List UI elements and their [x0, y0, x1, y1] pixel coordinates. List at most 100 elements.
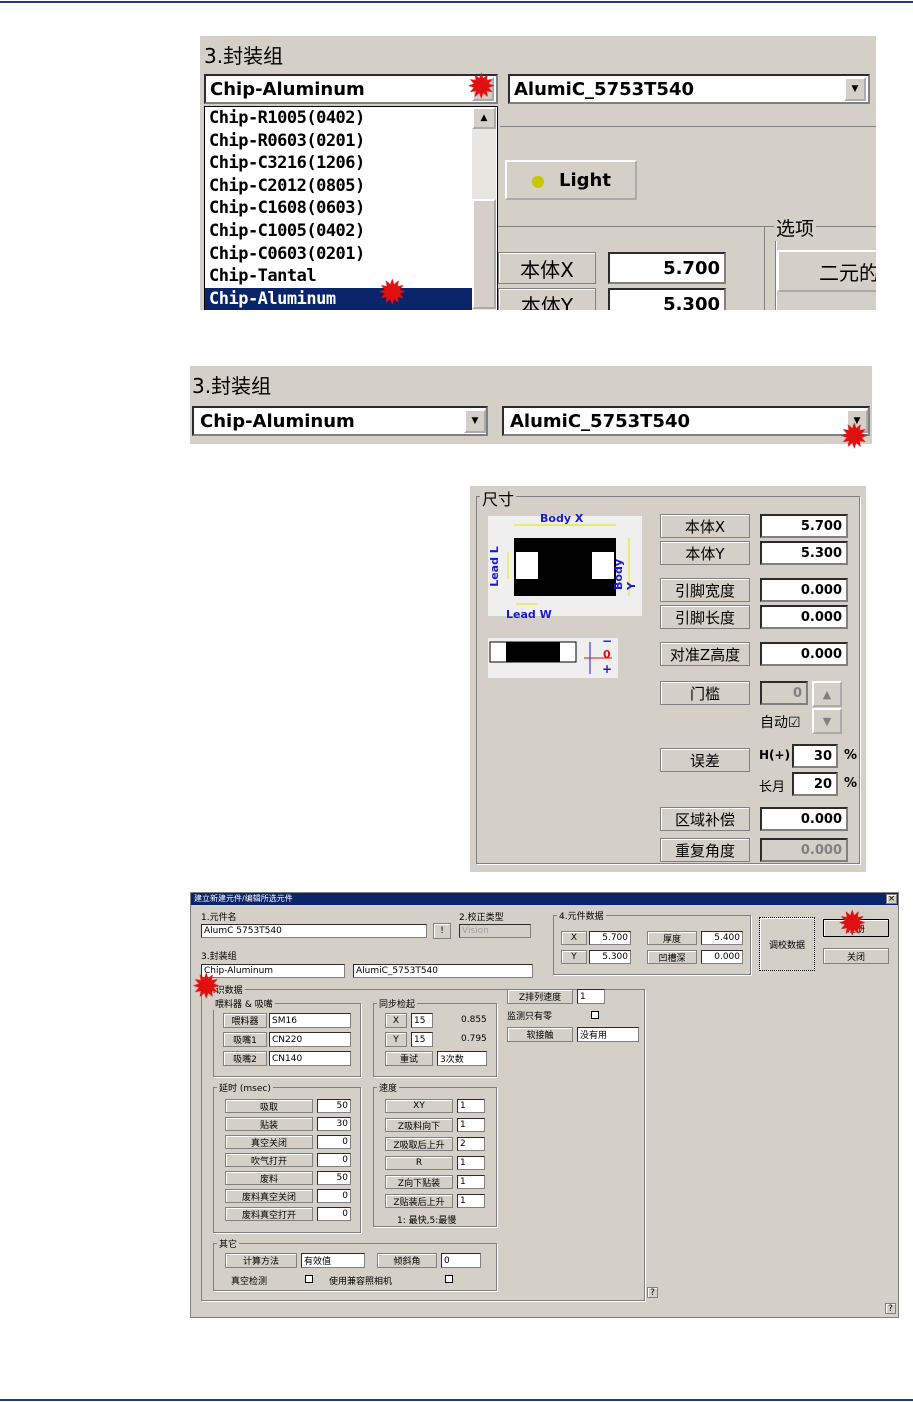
body-y-field[interactable]: 5.300: [760, 541, 848, 565]
list-item[interactable]: Chip-Tantal: [205, 265, 497, 288]
scroll-up-icon[interactable]: ▲: [472, 107, 496, 129]
highlight-star-icon: ✹: [378, 273, 407, 313]
feeder-select[interactable]: SM16: [269, 1013, 351, 1028]
sync-y-label: Y: [385, 1032, 407, 1047]
list-item[interactable]: Chip-C2012(0805): [205, 175, 497, 198]
compat-camera-checkbox[interactable]: [445, 1275, 453, 1283]
repeat-angle-field[interactable]: 0.000: [760, 838, 848, 862]
delay-label: 废料: [225, 1171, 313, 1185]
package-combo-left[interactable]: Chip-Aluminum: [192, 406, 488, 436]
help-icon[interactable]: ?: [647, 1287, 658, 1298]
highlight-star-icon: ✹: [192, 967, 221, 1007]
feeder-label: 喂料器: [223, 1013, 267, 1028]
tolerance-h-label: H(+): [759, 748, 791, 762]
sync-y-field[interactable]: 15: [411, 1032, 433, 1047]
area-comp-field[interactable]: 0.000: [760, 807, 848, 831]
package-dropdown-list[interactable]: Chip-R1005(0402) Chip-R0603(0201) Chip-C…: [204, 106, 498, 310]
body-x-field[interactable]: 5.700: [608, 252, 726, 284]
delay-field[interactable]: 30: [317, 1117, 351, 1131]
close-button[interactable]: 关闭: [823, 948, 889, 964]
feeder-title: 喂料器 & 吸嘴: [213, 997, 275, 1010]
speed-select[interactable]: 1: [457, 1194, 485, 1208]
name-field[interactable]: AlumC 5753T540: [201, 924, 427, 938]
speed-select[interactable]: 1: [457, 1118, 485, 1132]
lead-width-field[interactable]: 0.000: [760, 578, 848, 602]
retry-select[interactable]: 3次数: [437, 1051, 487, 1066]
calib-type-select[interactable]: Vision: [459, 924, 531, 938]
threshold-field[interactable]: 0: [760, 681, 808, 705]
list-item[interactable]: Chip-C3216(1206): [205, 152, 497, 175]
spin-up-icon[interactable]: ▲: [812, 681, 842, 707]
z-sort-select[interactable]: 1: [577, 989, 605, 1004]
y-field[interactable]: 5.300: [589, 950, 631, 964]
thickness-field[interactable]: 5.400: [701, 931, 743, 945]
lead-length-field[interactable]: 0.000: [760, 605, 848, 629]
delay-field[interactable]: 50: [317, 1171, 351, 1185]
calc-method-select[interactable]: 有效值: [301, 1253, 365, 1268]
groove-field[interactable]: 0.000: [701, 950, 743, 964]
nozzle1-select[interactable]: CN220: [269, 1032, 351, 1047]
list-item[interactable]: Chip-R1005(0402): [205, 107, 497, 130]
speed-select[interactable]: 1: [457, 1099, 485, 1113]
tilt-select[interactable]: 0: [441, 1253, 481, 1268]
list-scrollbar[interactable]: ▲: [472, 107, 496, 310]
body-y-label: 本体Y: [498, 288, 596, 310]
z-sort-label: Z排列速度: [507, 989, 573, 1004]
package-combo-right-text: AlumiC_5753T540: [514, 79, 694, 100]
delay-field[interactable]: 0: [317, 1153, 351, 1167]
list-item[interactable]: Chip-C0603(0201): [205, 243, 497, 266]
speed-title: 速度: [377, 1081, 400, 1094]
x-field[interactable]: 5.700: [589, 931, 631, 945]
z-height-field[interactable]: 0.000: [760, 642, 848, 666]
chevron-down-icon[interactable]: ▼: [844, 77, 866, 101]
package-combo-right[interactable]: AlumiC_5753T540: [508, 74, 870, 104]
bang-button[interactable]: !: [433, 923, 451, 939]
speed-label: Z吸料向下: [385, 1118, 453, 1132]
list-item[interactable]: Chip-C1005(0402): [205, 220, 497, 243]
groove-label: 凹槽深: [647, 950, 697, 964]
speed-select[interactable]: 1: [457, 1175, 485, 1189]
close-icon[interactable]: ×: [886, 894, 897, 904]
spin-down-icon[interactable]: ▼: [812, 708, 842, 734]
help-icon[interactable]: ?: [885, 1303, 896, 1314]
lead-l-caption: Lead L: [487, 546, 501, 587]
highlight-star-icon: ✹: [467, 67, 496, 107]
binary-option-label: 二元的: [819, 260, 876, 285]
package-combo-right[interactable]: AlumiC_5753T540: [502, 406, 870, 436]
list-item[interactable]: Chip-C1608(0603): [205, 197, 497, 220]
tolerance-h-field[interactable]: 30: [792, 744, 838, 768]
speed-select[interactable]: 2: [457, 1137, 485, 1151]
monitor-zero-checkbox[interactable]: [591, 1011, 599, 1019]
delay-label: 吹气打开: [225, 1153, 313, 1167]
body-y-caption: Body Y: [612, 559, 638, 590]
package-combo-left[interactable]: Chip-Aluminum: [204, 74, 498, 104]
body-x-field[interactable]: 5.700: [760, 514, 848, 538]
chevron-down-icon[interactable]: ▼: [464, 409, 486, 433]
soft-touch-select[interactable]: 没有用: [577, 1027, 639, 1042]
delay-field[interactable]: 0: [317, 1207, 351, 1221]
area-comp-label: 区域补偿: [660, 807, 750, 831]
calibration-data-button[interactable]: 调校数据: [759, 917, 815, 971]
delay-title: 延时 (msec): [217, 1081, 273, 1094]
side-diagram: − 0 +: [488, 634, 618, 678]
body-y-field[interactable]: 5.300: [608, 288, 726, 310]
speed-select[interactable]: 1: [457, 1156, 485, 1170]
list-item[interactable]: Chip-R0603(0201): [205, 130, 497, 153]
list-item-selected[interactable]: Chip-Aluminum: [205, 287, 473, 310]
vacuum-check-checkbox[interactable]: [305, 1275, 313, 1283]
tolerance-l-label: 长月: [759, 780, 786, 795]
delay-field[interactable]: 50: [317, 1099, 351, 1113]
dialog-title-bar: 建立新建元件/编辑所选元件: [191, 893, 898, 905]
light-button[interactable]: ● Light: [505, 160, 637, 200]
package-right-select[interactable]: AlumiC_5753T540: [353, 964, 533, 978]
auto-checkbox[interactable]: 自动☑: [760, 712, 801, 732]
tolerance-l-field[interactable]: 20: [792, 772, 838, 796]
delay-field[interactable]: 0: [317, 1135, 351, 1149]
calib-type-label: 2.校正类型: [459, 913, 504, 923]
package-left-select[interactable]: Chip-Aluminum: [201, 964, 345, 978]
sync-x-field[interactable]: 15: [411, 1013, 433, 1028]
delay-field[interactable]: 0: [317, 1189, 351, 1203]
scroll-thumb[interactable]: [472, 199, 496, 309]
nozzle2-select[interactable]: CN140: [269, 1051, 351, 1066]
binary-option-button[interactable]: 二元的: [777, 250, 876, 292]
